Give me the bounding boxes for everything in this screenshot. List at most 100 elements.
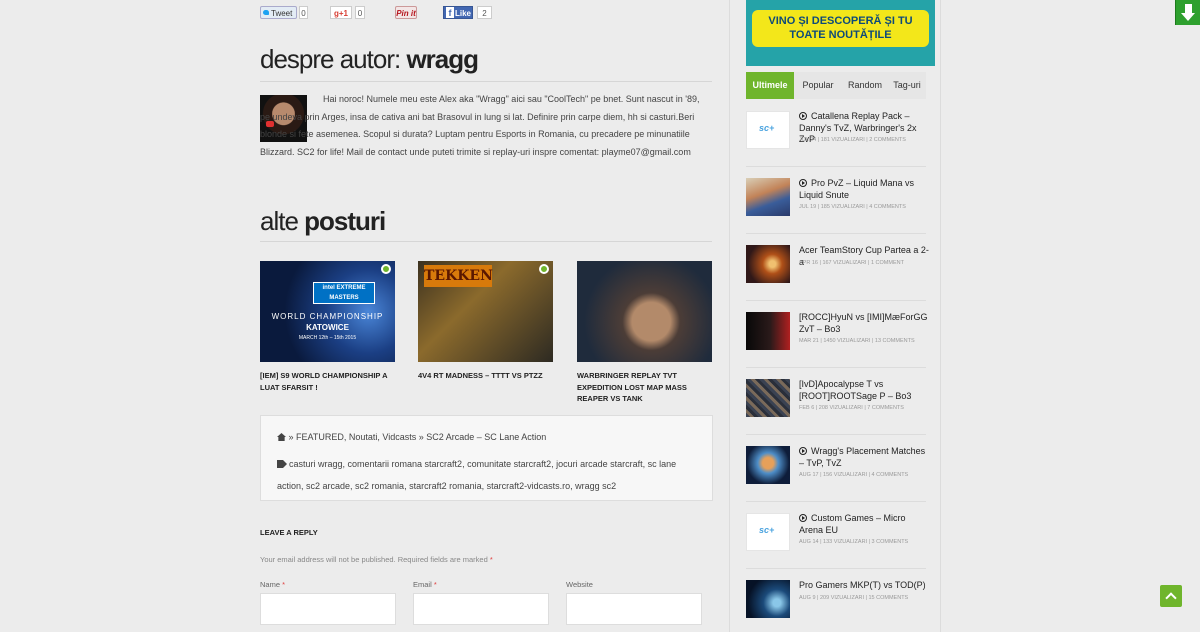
pinit-button[interactable]: Pin it [395, 6, 417, 19]
post-title[interactable]: 4v4 RT Madness – TTTT vs PTZZ [418, 370, 553, 382]
play-circle-icon [799, 514, 807, 522]
post-tags: casturi wragg, comentarii romana starcra… [277, 453, 702, 497]
facebook-like-button[interactable]: Like [443, 6, 473, 19]
tab-ultimele[interactable]: Ultimele [746, 72, 794, 99]
tab-popular[interactable]: Popular [794, 72, 842, 99]
related-post[interactable]: intel EXTREME MASTERS WORLD CHAMPIONSHIP… [260, 261, 395, 393]
post-thumbnail[interactable] [746, 312, 790, 350]
gplus-count: 0 [355, 6, 365, 19]
sidebar-post-meta: Jul 24 | 181 vizualizari | 2 comments [799, 137, 906, 143]
author-heading: despre autor: wragg [260, 44, 479, 75]
sidebar-post-title-text: Wragg's Placement Matches – TvP, TvZ [799, 446, 926, 468]
chevron-up-icon[interactable] [1160, 585, 1182, 607]
reply-note-text: Your email address will not be published… [260, 555, 488, 564]
iem-logo: intel EXTREME MASTERS [313, 282, 375, 304]
sidebar-post-title-text: Pro PvZ – Liquid Mana vs Liquid Snute [799, 178, 915, 200]
sidebar-post-meta: Aug 17 | 156 vizualizari | 4 comments [799, 472, 909, 478]
sidebar-post-title[interactable]: Custom Games – Micro Arena EU [799, 513, 929, 536]
sidebar-post[interactable]: Wragg's Placement Matches – TvP, TvZ Aug… [746, 435, 926, 502]
post-thumbnail[interactable] [577, 261, 712, 362]
sidebar-post[interactable]: [IvD]Apocalypse T vs [ROOT]ROOTSage P – … [746, 368, 926, 435]
reply-title: Leave a Reply [260, 528, 318, 537]
sidebar-post-meta: Aug 14 | 133 vizualizari | 3 comments [799, 539, 909, 545]
home-icon[interactable] [277, 433, 286, 441]
related-post[interactable]: TEKKEN 4v4 RT Madness – TTTT vs PTZZ [418, 261, 553, 382]
sidebar-post-meta: Apr 16 | 167 vizualizari | 1 comment [799, 260, 904, 266]
sidebar-post[interactable]: Custom Games – Micro Arena EU Aug 14 | 1… [746, 502, 926, 569]
related-post[interactable]: Warbringer Replay TvT Expedition Lost Ma… [577, 261, 712, 405]
tweet-button[interactable]: Tweet [260, 6, 297, 19]
sidebar-post-title[interactable]: Pro Gamers MKP(T) vs TOD(P) [799, 580, 929, 592]
banner-text: VINO ȘI DESCOPERĂ ȘI TU TOATE NOUTĂȚILE [752, 10, 929, 47]
name-field[interactable] [260, 593, 396, 625]
promo-banner[interactable]: VINO ȘI DESCOPERĂ ȘI TU TOATE NOUTĂȚILE [746, 0, 935, 66]
related-heading-prefix: alte [260, 206, 305, 236]
post-thumbnail[interactable] [746, 513, 790, 551]
email-label-text: Email [413, 580, 432, 589]
sidebar-post-title-text: Custom Games – Micro Arena EU [799, 513, 906, 535]
name-label: Name * [260, 580, 285, 589]
required-mark: * [433, 580, 437, 589]
video-badge-icon [539, 264, 549, 274]
reply-note: Your email address will not be published… [260, 555, 493, 564]
divider [260, 241, 712, 242]
breadcrumb-text[interactable]: » FEATURED, Noutati, Vidcasts » SC2 Arca… [289, 432, 547, 442]
related-posts: intel EXTREME MASTERS WORLD CHAMPIONSHIP… [260, 261, 712, 411]
name-label-text: Name [260, 580, 281, 589]
divider [260, 81, 712, 82]
tekken-logo: TEKKEN [424, 265, 493, 287]
post-title[interactable]: [IEM] S9 World Championship a luat sfars… [260, 370, 395, 393]
play-circle-icon [799, 112, 807, 120]
sidebar-post-meta: Aug 9 | 209 vizualizari | 15 comments [799, 595, 909, 601]
sidebar-post[interactable]: Pro Gamers MKP(T) vs TOD(P) Aug 9 | 209 … [746, 569, 926, 632]
author-name[interactable]: wragg [406, 44, 479, 74]
play-circle-icon [799, 447, 807, 455]
tweet-count: 0 [299, 6, 308, 19]
like-label: Like [455, 9, 472, 18]
sidebar-tabs: Ultimele Popular Random Tag-uri [746, 72, 926, 99]
thumb-text: MARCH 12th – 15th 2015 [298, 335, 357, 341]
sidebar-post[interactable]: [ROCC]HyuN vs [IMI]MæForGG ZvT – Bo3 Mar… [746, 301, 929, 368]
tag-list[interactable]: casturi wragg, comentarii romana starcra… [277, 459, 676, 491]
tag-icon [277, 460, 287, 468]
download-arrow-icon[interactable] [1175, 0, 1200, 25]
thumb-text: WORLD CHAMPIONSHIP [271, 312, 384, 321]
tab-tag-uri[interactable]: Tag-uri [888, 72, 926, 99]
post-thumbnail[interactable]: TEKKEN [418, 261, 553, 362]
tab-random[interactable]: Random [842, 72, 888, 99]
tweet-label: Tweet [271, 9, 293, 18]
required-mark: * [282, 580, 286, 589]
required-mark: * [489, 555, 493, 564]
sidebar-post-meta: Mar 21 | 1450 vizualizari | 13 comments [799, 338, 915, 344]
breadcrumb: » FEATURED, Noutati, Vidcasts » SC2 Arca… [277, 432, 546, 442]
sidebar-post-title[interactable]: [IvD]Apocalypse T vs [ROOT]ROOTSage P – … [799, 379, 929, 402]
website-field[interactable] [566, 593, 702, 625]
post-title[interactable]: Warbringer Replay TvT Expedition Lost Ma… [577, 370, 712, 405]
post-thumbnail[interactable] [746, 379, 790, 417]
sidebar-post-title[interactable]: Pro PvZ – Liquid Mana vs Liquid Snute [799, 178, 929, 201]
related-heading-bold: posturi [304, 206, 386, 236]
author-heading-prefix: despre autor: [260, 44, 407, 74]
post-thumbnail[interactable] [746, 446, 790, 484]
author-bio: Hai noroc! Numele meu este Alex aka "Wra… [260, 94, 700, 157]
sidebar-post[interactable]: Catallena Replay Pack – Danny's TvZ, War… [746, 100, 926, 167]
post-meta-box: » FEATURED, Noutati, Vidcasts » SC2 Arca… [260, 415, 713, 501]
post-thumbnail[interactable] [746, 178, 790, 216]
post-thumbnail[interactable]: intel EXTREME MASTERS WORLD CHAMPIONSHIP… [260, 261, 395, 362]
sidebar-post[interactable]: Pro PvZ – Liquid Mana vs Liquid Snute Ju… [746, 167, 926, 234]
sidebar-post-meta: Feb 6 | 208 vizualizari | 7 comments [799, 405, 904, 411]
sidebar-post-title[interactable]: [ROCC]HyuN vs [IMI]MæForGG ZvT – Bo3 [799, 312, 929, 335]
post-thumbnail[interactable] [746, 111, 790, 149]
sidebar-post-title[interactable]: Wragg's Placement Matches – TvP, TvZ [799, 446, 929, 469]
play-circle-icon [799, 179, 807, 187]
website-label: Website [566, 580, 593, 589]
sidebar: VINO ȘI DESCOPERĂ ȘI TU TOATE NOUTĂȚILE … [729, 0, 941, 632]
video-badge-icon [381, 264, 391, 274]
sidebar-post-meta: Jul 19 | 185 vizualizari | 4 comments [799, 204, 906, 210]
email-label: Email * [413, 580, 437, 589]
post-thumbnail[interactable] [746, 580, 790, 618]
sidebar-post[interactable]: Acer TeamStory Cup Partea a 2-a Apr 16 |… [746, 234, 929, 301]
post-thumbnail[interactable] [746, 245, 790, 283]
email-field[interactable] [413, 593, 549, 625]
gplus-button[interactable]: g+1 [330, 6, 352, 19]
